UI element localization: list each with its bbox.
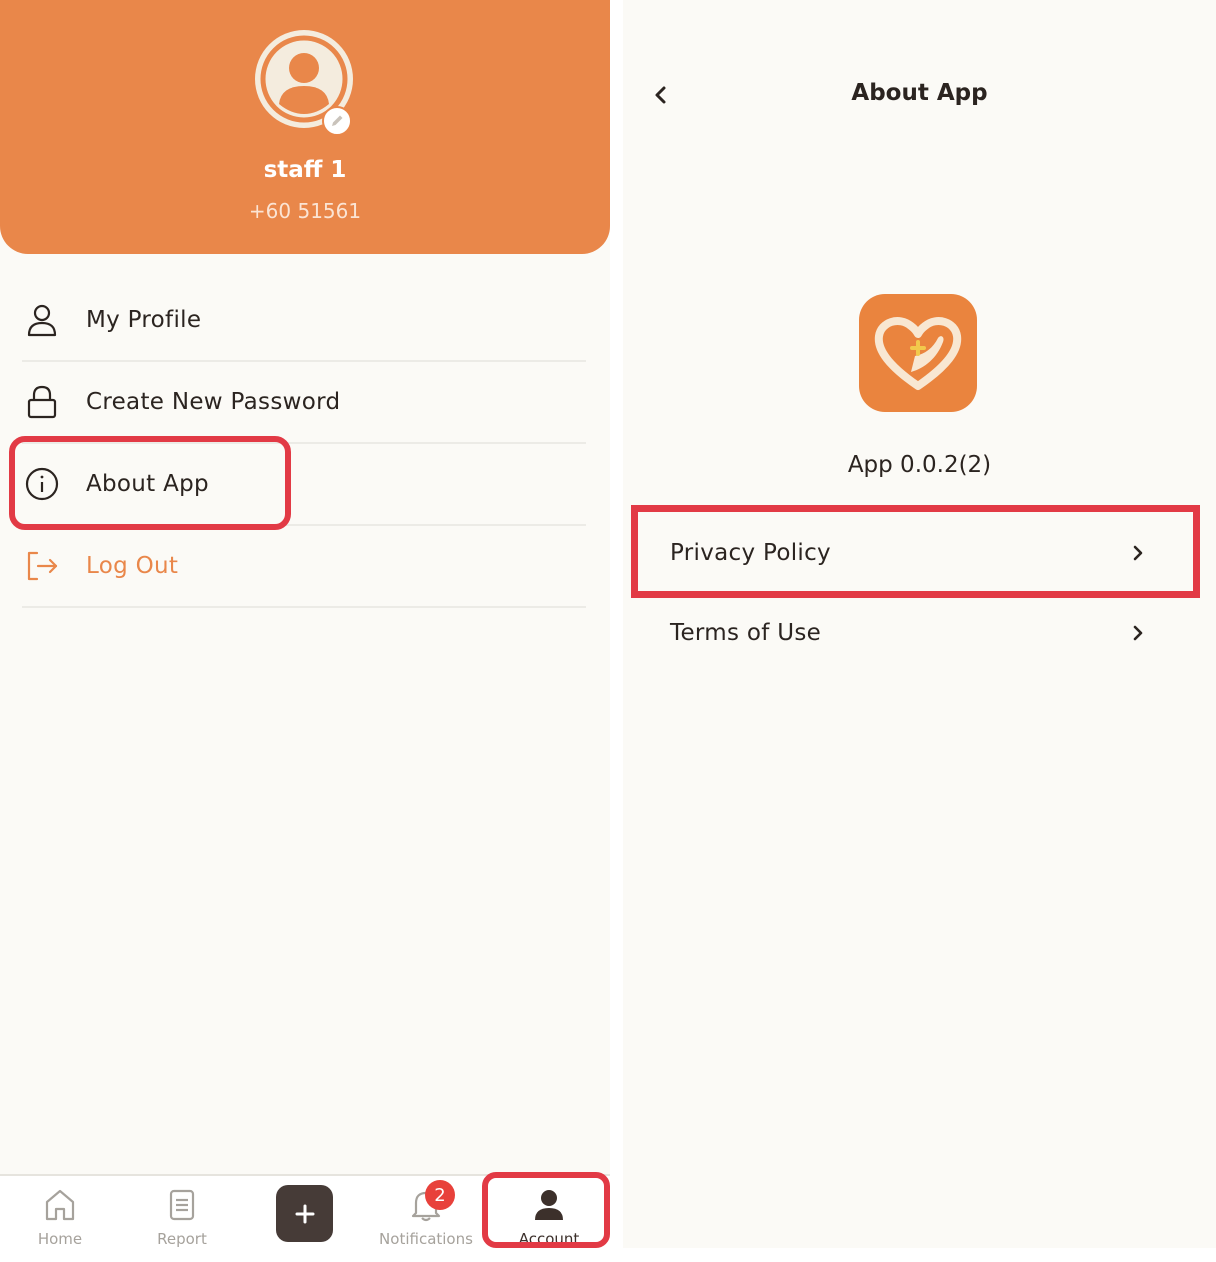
user-phone: +60 51561 — [248, 199, 362, 223]
heart-hand-logo-icon — [874, 317, 962, 390]
app-logo — [859, 294, 977, 412]
report-icon — [169, 1189, 195, 1221]
chevron-right-icon — [1133, 625, 1143, 641]
user-name: staff 1 — [263, 157, 347, 183]
nav-report[interactable]: Report — [122, 1176, 242, 1248]
about-app-screen: About App App 0.0.2(2) Privacy Policy Te… — [623, 0, 1216, 1248]
menu-item-label: Create New Password — [86, 389, 341, 415]
about-app-highlight — [9, 436, 291, 530]
account-screen: staff 1 +60 51561 My Profile Create New … — [0, 0, 610, 1248]
pencil-icon — [332, 115, 343, 126]
edit-avatar-button[interactable] — [322, 106, 352, 136]
account-highlight — [482, 1172, 610, 1248]
privacy-policy-highlight — [631, 505, 1200, 598]
menu-item-label: My Profile — [86, 307, 202, 333]
link-label: Terms of Use — [670, 620, 822, 646]
home-icon — [45, 1189, 75, 1221]
nav-label: Home — [37, 1230, 83, 1248]
notifications-badge: 2 — [425, 1180, 455, 1210]
add-button[interactable] — [276, 1185, 333, 1242]
lock-icon — [22, 382, 62, 422]
user-icon — [22, 300, 62, 340]
nav-label: Notifications — [379, 1230, 473, 1248]
terms-of-use-link[interactable]: Terms of Use — [670, 613, 1150, 653]
menu-item-log-out[interactable]: Log Out — [22, 526, 586, 608]
profile-header: staff 1 +60 51561 — [0, 0, 610, 254]
menu-item-create-new-password[interactable]: Create New Password — [22, 362, 586, 444]
nav-home[interactable]: Home — [0, 1176, 120, 1248]
menu-item-my-profile[interactable]: My Profile — [22, 280, 586, 362]
screen-divider — [610, 0, 623, 1262]
plus-icon — [295, 1204, 314, 1223]
app-version: App 0.0.2(2) — [847, 452, 992, 478]
menu-item-label: Log Out — [86, 553, 179, 579]
page-title: About App — [851, 80, 988, 106]
nav-label: Report — [157, 1230, 207, 1248]
logout-icon — [22, 546, 62, 586]
